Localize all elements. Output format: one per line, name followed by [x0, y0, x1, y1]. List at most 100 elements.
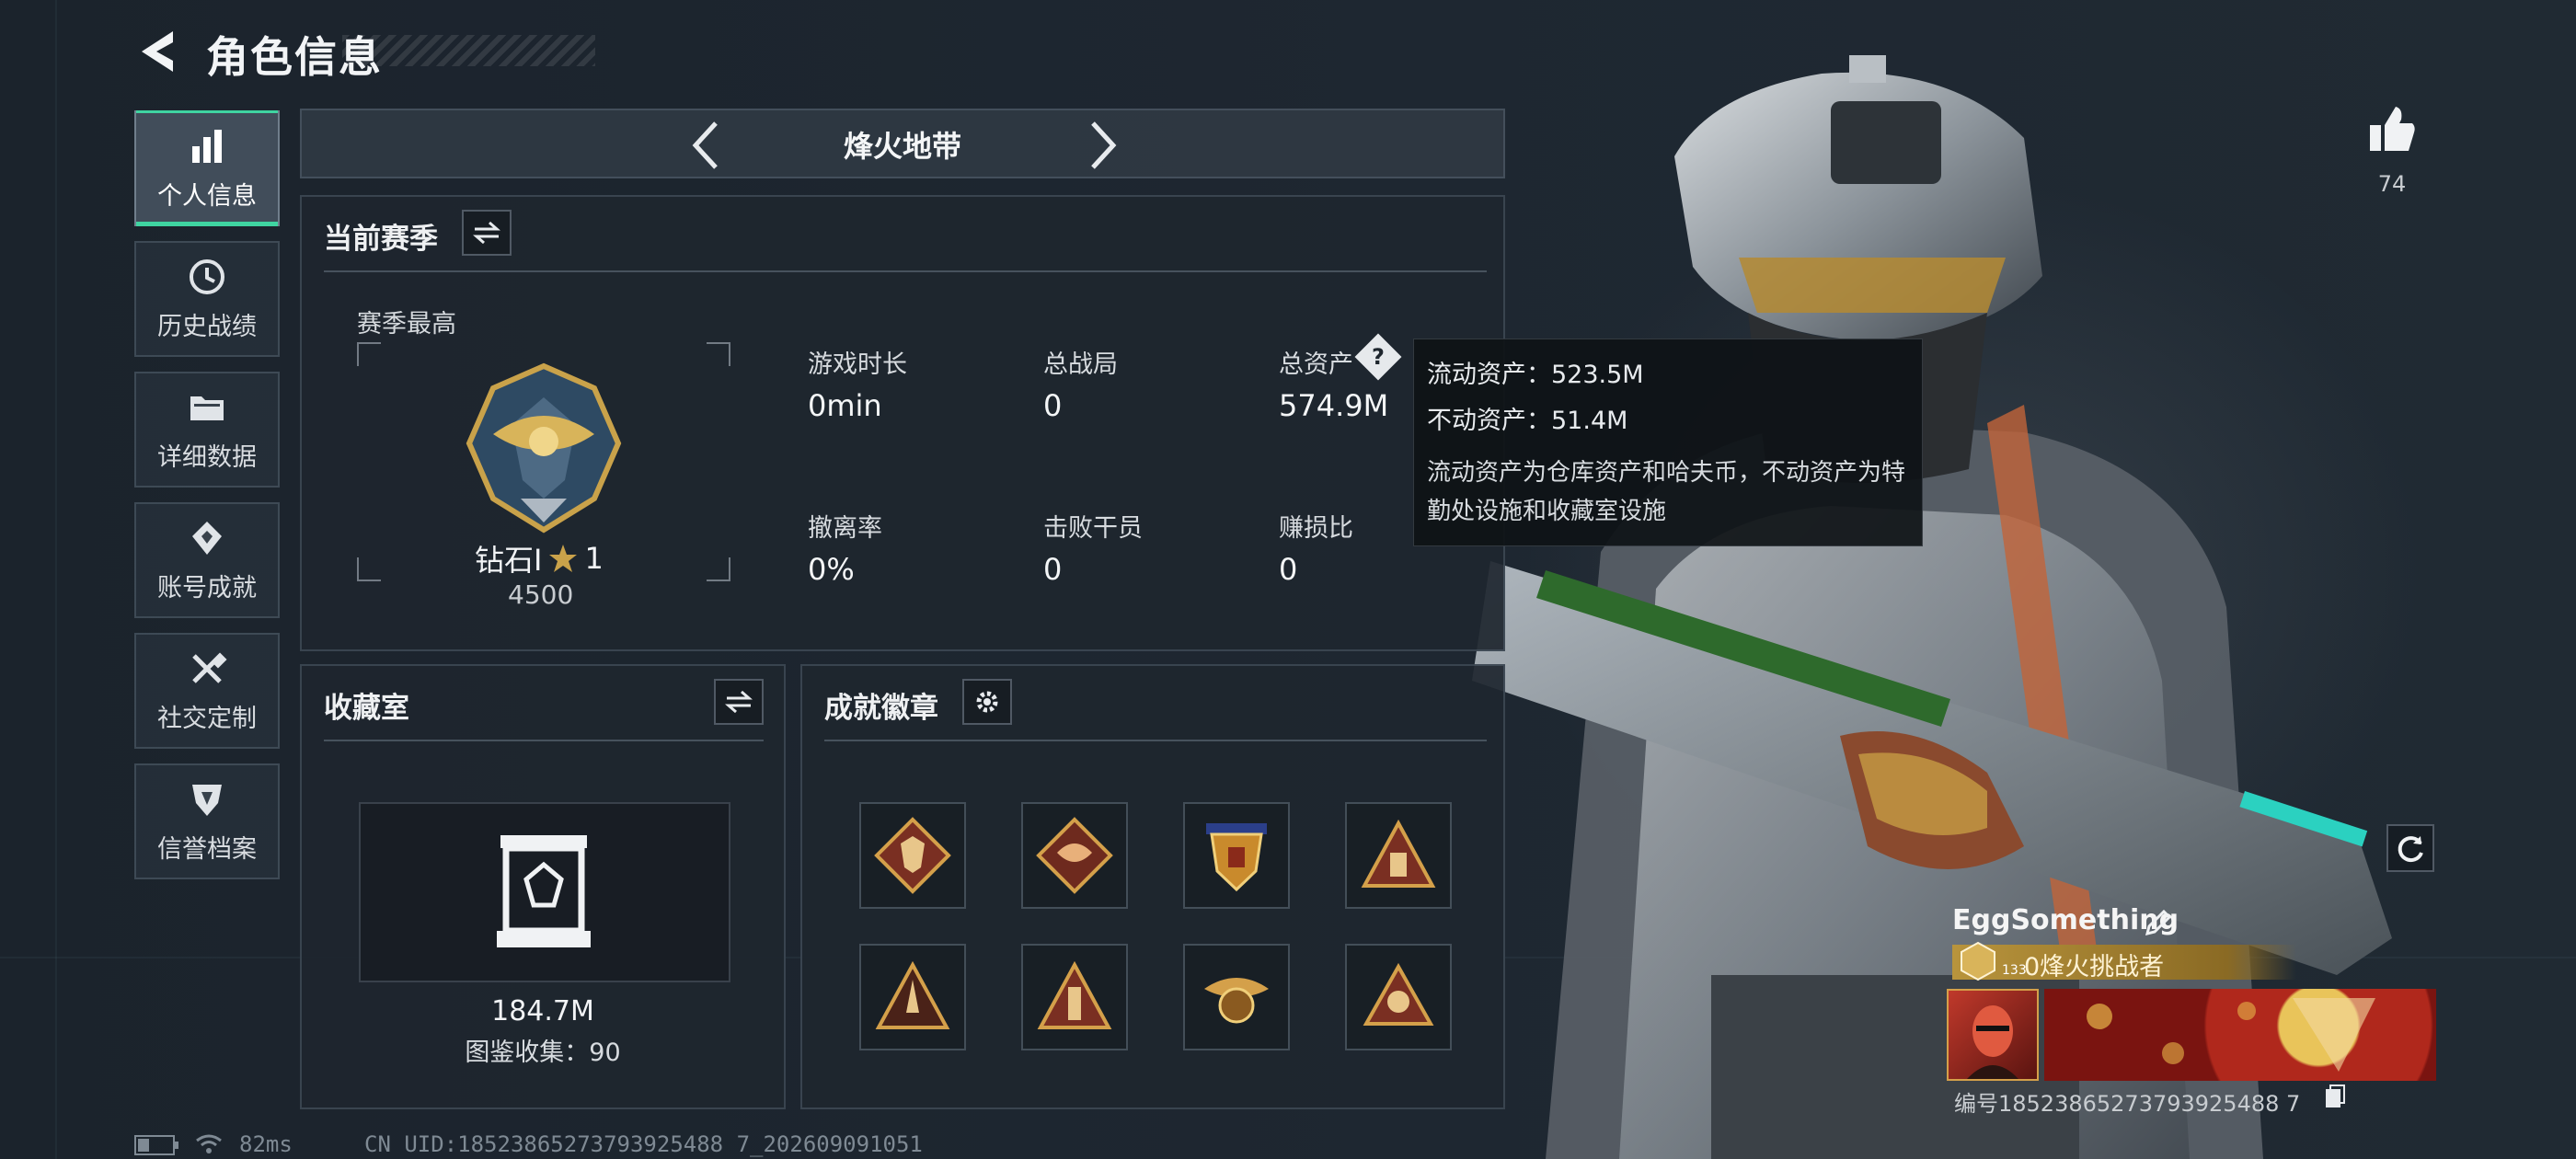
collection-switch-button[interactable] [714, 679, 764, 725]
stat-value-total-assets: 574.9M [1279, 388, 1389, 423]
wifi-icon [196, 1134, 222, 1153]
frame-corner [707, 557, 730, 581]
frame-corner [357, 342, 381, 366]
bar-chart-icon [192, 129, 222, 163]
emblem-badge-icon [1363, 962, 1434, 1026]
sidebar-item-achievements[interactable]: 账号成就 [134, 502, 280, 618]
frame-corner [707, 342, 730, 366]
stat-label-kills: 击败干员 [1043, 514, 1143, 543]
stat-value-playtime: 0min [808, 388, 882, 423]
thumbs-up-icon[interactable] [2366, 103, 2418, 155]
swap-arrows-icon [473, 221, 500, 245]
sidebar-item-label: 个人信息 [157, 181, 257, 211]
divider [324, 270, 1487, 272]
tooltip-description: 流动资产为仓库资产和哈夫币，不动资产为特勤处设施和收藏室设施 [1427, 459, 1906, 525]
player-id: 编号18523865273793925488 7 [1954, 1091, 2301, 1117]
achievement-badge[interactable] [1021, 802, 1128, 909]
achievement-badge[interactable] [1345, 802, 1452, 909]
rank-emblem-icon [466, 362, 622, 534]
rank-stars: 1 [584, 541, 604, 576]
sidebar-item-personal-info[interactable]: 个人信息 [134, 110, 280, 226]
achievements-settings-button[interactable] [962, 679, 1012, 725]
player-title-tag: 133 0烽火挑战者 [1952, 941, 2296, 981]
shield-badge-icon [1206, 823, 1267, 892]
battery-icon [134, 1135, 178, 1155]
player-level: 133 [2002, 963, 2027, 978]
sidebar-item-reputation[interactable]: 信誉档案 [134, 763, 280, 879]
stat-label-matches: 总战局 [1043, 350, 1118, 379]
triangle-badge-icon [1361, 819, 1436, 888]
frame-corner [357, 557, 381, 581]
rank-line: 钻石I 1 [475, 537, 604, 580]
collection-panel-title: 收藏室 [324, 692, 409, 725]
stat-label-total-assets: 总资产 [1279, 350, 1353, 379]
sidebar-item-label: 历史战绩 [157, 312, 257, 341]
avatar[interactable] [1947, 989, 2039, 1081]
achievements-panel-title: 成就徽章 [824, 692, 938, 725]
back-arrow-icon[interactable] [136, 28, 180, 75]
rocket-badge-icon [875, 960, 950, 1029]
achievement-badge[interactable] [859, 944, 966, 1050]
avatar-face-icon [1967, 1005, 2018, 1079]
shield-emblem-icon [192, 784, 222, 816]
bg-grid-line [55, 0, 57, 1159]
stat-value-profit-ratio: 0 [1279, 552, 1298, 587]
tooltip-liquid-assets: 流动资产：523.5M [1427, 361, 1644, 389]
divider [824, 740, 1487, 741]
display-case-icon [497, 835, 591, 947]
assets-tooltip: 流动资产：523.5M 不动资产：51.4M 流动资产为仓库资产和哈夫币，不动资… [1413, 339, 1923, 546]
player-profile-card: EggSomething 133 0烽火挑战者 [1943, 897, 2436, 1081]
swap-arrows-icon [725, 690, 753, 714]
edit-pencil-icon[interactable] [2144, 908, 2173, 937]
sidebar-item-label: 账号成就 [157, 573, 257, 602]
achievement-badge[interactable] [859, 802, 966, 909]
title-decoration [342, 35, 595, 66]
gear-icon [976, 691, 998, 713]
achievement-badge[interactable] [1183, 802, 1290, 909]
achievement-badge[interactable] [1183, 944, 1290, 1050]
tower-badge-icon [1037, 960, 1112, 1029]
like-count: 74 [2377, 171, 2407, 197]
achievement-icon [192, 521, 222, 555]
eagle-badge-icon [1204, 978, 1269, 1024]
folder-icon [190, 396, 224, 420]
ping-value: 82ms [239, 1131, 293, 1157]
mode-selector: 烽火地带 [300, 109, 1505, 178]
rank-points: 4500 [508, 580, 574, 610]
player-title: 0烽火挑战者 [2024, 953, 2165, 981]
wrench-tools-icon [192, 651, 227, 683]
sidebar-item-social[interactable]: 社交定制 [134, 633, 280, 749]
player-banner [2044, 989, 2436, 1081]
sidebar-item-label: 社交定制 [157, 704, 257, 733]
sidebar-item-label: 详细数据 [157, 442, 257, 472]
refresh-button[interactable] [2386, 824, 2434, 872]
achievement-badge[interactable] [1021, 944, 1128, 1050]
collection-value: 184.7M [491, 995, 594, 1027]
mode-label: 烽火地带 [843, 129, 961, 164]
copy-icon[interactable] [2324, 1084, 2346, 1109]
sidebar-item-detail-data[interactable]: 详细数据 [134, 372, 280, 488]
chevron-right-icon[interactable] [1084, 120, 1121, 171]
rank-name: 钻石I [475, 543, 543, 578]
stat-value-kills: 0 [1043, 552, 1063, 587]
help-icon-glyph: ? [1372, 344, 1385, 370]
tooltip-fixed-assets: 不动资产：51.4M [1427, 407, 1628, 435]
banner-pattern [2087, 998, 2375, 1072]
wolf-badge-icon [874, 817, 951, 894]
level-badge-icon [1961, 941, 1995, 981]
sidebar-item-label: 信誉档案 [157, 834, 257, 864]
stat-label-profit-ratio: 赚损比 [1279, 514, 1353, 543]
stat-label-playtime: 游戏时长 [808, 350, 907, 379]
star-icon [549, 545, 578, 572]
sidebar-item-history[interactable]: 历史战绩 [134, 241, 280, 357]
stat-label-extract-rate: 撤离率 [808, 514, 882, 543]
season-switch-button[interactable] [462, 210, 512, 256]
stat-value-matches: 0 [1043, 388, 1063, 423]
divider [324, 740, 764, 741]
stat-value-extract-rate: 0% [808, 552, 855, 587]
dragon-badge-icon [1036, 817, 1113, 894]
season-panel-title: 当前赛季 [324, 223, 438, 256]
season-best-label: 赛季最高 [357, 310, 456, 339]
history-clock-icon [190, 258, 224, 294]
achievement-badge[interactable] [1345, 944, 1452, 1050]
